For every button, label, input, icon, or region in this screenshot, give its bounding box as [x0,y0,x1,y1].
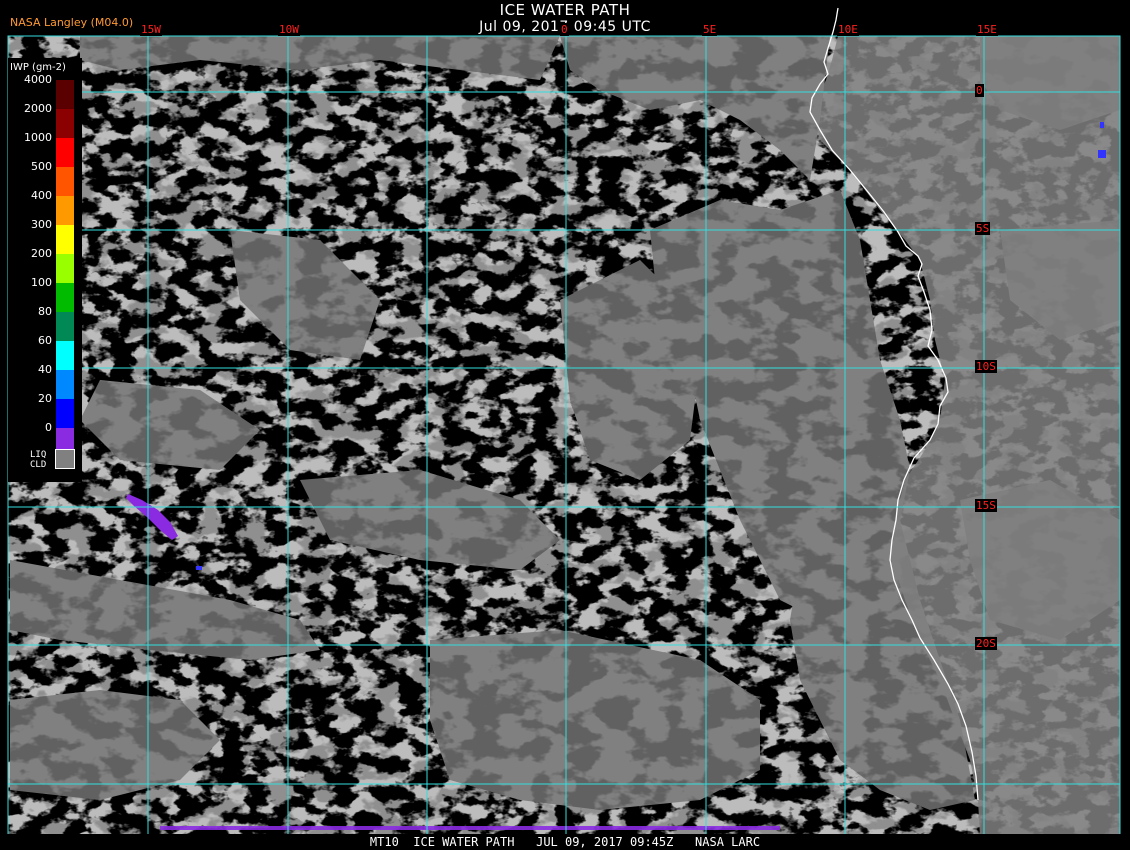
legend-swatch [56,370,74,399]
legend-tick: 400 [31,189,52,202]
legend-tick: 100 [31,276,52,289]
lon-label-0: 0 [560,23,569,36]
legend-swatch [56,341,74,370]
legend-tick: 40 [38,363,52,376]
footer-caption: MT10 ICE WATER PATH JUL 09, 2017 09:45Z … [0,834,1130,850]
lat-label-5s: 5S [975,222,991,235]
cld-label: CLD [30,460,47,470]
legend-swatch [56,138,74,167]
legend-tick: 2000 [24,102,52,115]
legend-tick: 200 [31,247,52,260]
legend-tick: 500 [31,160,52,173]
lon-label-10w: 10W [278,23,300,36]
legend-swatch [56,196,74,225]
iwp-legend: IWP (gm-2) 4000 2000 1000 500 400 300 200 100 80… [8,58,82,482]
legend-tick: 300 [31,218,52,231]
liquid-cloud-swatch [55,449,75,469]
legend-swatch [56,254,74,283]
legend-swatch [56,399,74,428]
legend-tick: 80 [38,305,52,318]
satellite-map: ICE WATER PATH Jul 09, 2017 09:45 UTC NA… [0,0,1130,850]
lat-label-15s: 15S [975,499,997,512]
legend-swatch [56,225,74,254]
legend-swatch [56,80,74,109]
lon-label-5e: 5E [702,23,718,36]
legend-tick: 4000 [24,73,52,86]
legend-tick: 1000 [24,131,52,144]
agency-label: NASA Langley (M04.0) [10,16,134,29]
legend-swatch [56,312,74,341]
lat-label-10s: 10S [975,360,997,373]
legend-swatch [56,167,74,196]
lon-label-15e: 15E [976,23,998,36]
legend-tick: 20 [38,392,52,405]
map-title: ICE WATER PATH [499,1,631,19]
legend-tick: 0 [45,421,52,434]
liq-label: LIQ [30,450,47,460]
legend-swatch [56,109,74,138]
legend-tick: 60 [38,334,52,347]
map-canvas [7,7,1121,837]
lat-label-0: 0 [975,84,984,97]
legend-unit-label: IWP (gm-2) [10,62,66,73]
legend-swatch [56,283,74,312]
lat-label-20s: 20S [975,637,997,650]
lon-label-10e: 10E [837,23,859,36]
lon-label-15w: 15W [140,23,162,36]
